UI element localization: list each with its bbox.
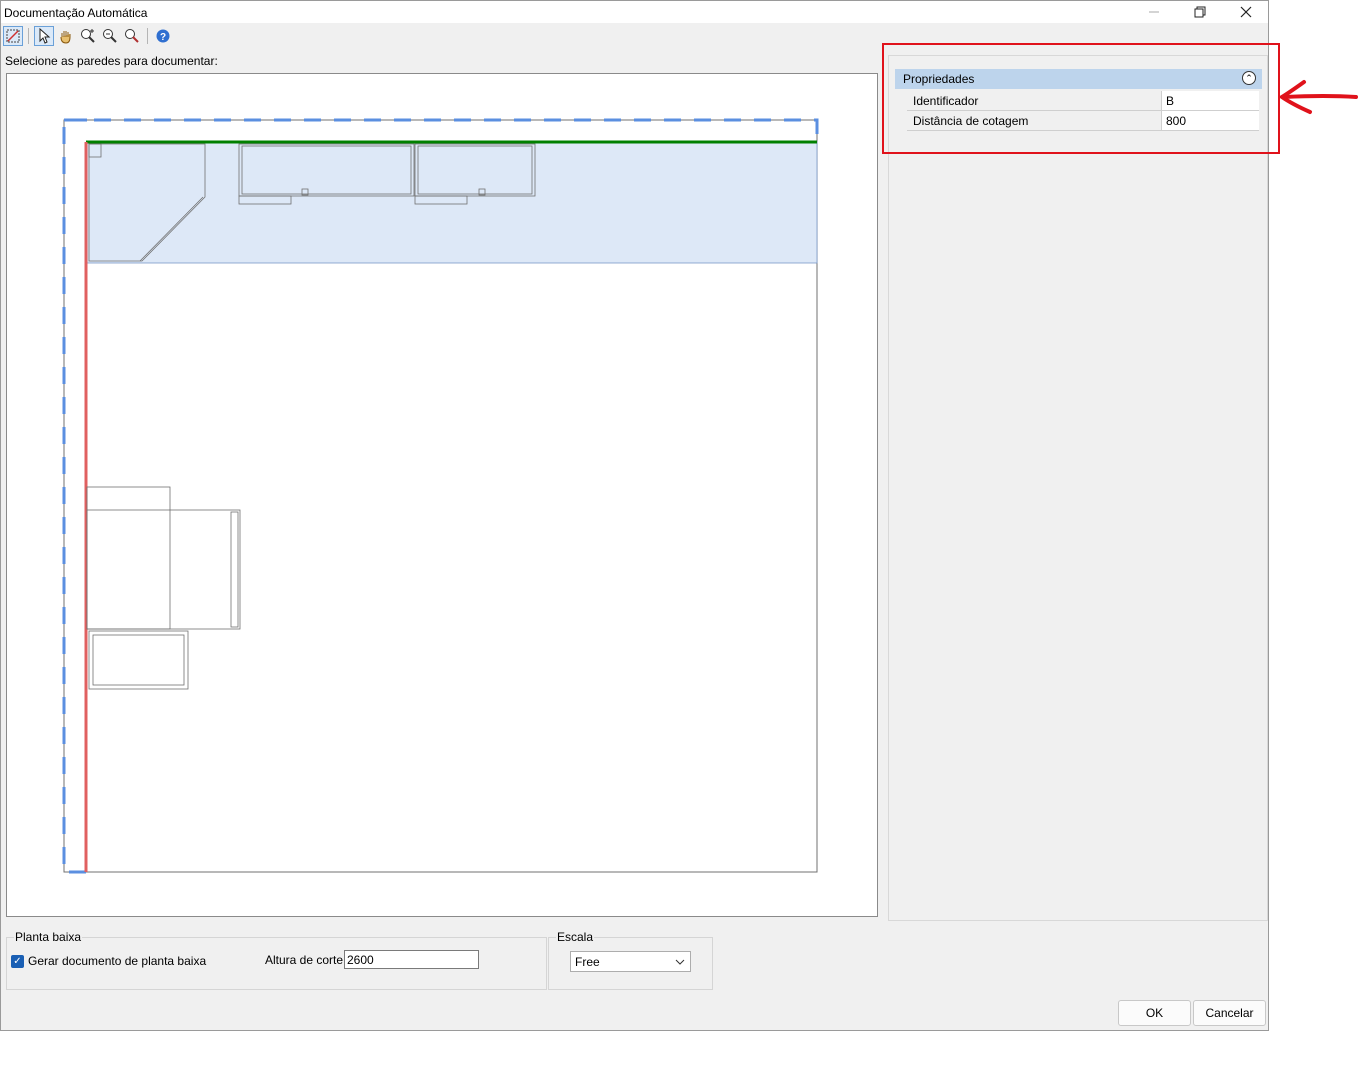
- minimize-icon: [1149, 11, 1159, 13]
- toolbar: ?: [3, 25, 173, 47]
- restore-button[interactable]: [1177, 1, 1223, 23]
- restore-icon: [1194, 6, 1206, 18]
- minimize-button[interactable]: [1131, 1, 1177, 23]
- selection-dash-left: [62, 118, 87, 874]
- annotation-highlight-box: [882, 43, 1280, 154]
- zoom-extents-tool[interactable]: [122, 26, 142, 46]
- toolbar-separator: [147, 28, 148, 44]
- instruction-label: Selecione as paredes para documentar:: [5, 54, 218, 68]
- pan-hand-icon: [60, 31, 71, 44]
- selection-dash-top: [64, 118, 819, 140]
- cancel-button[interactable]: Cancelar: [1193, 1000, 1266, 1026]
- cut-height-input[interactable]: 2600: [344, 950, 479, 969]
- zoom-window-icon: [81, 29, 95, 43]
- zoom-window-tool[interactable]: [78, 26, 98, 46]
- close-button[interactable]: [1223, 1, 1269, 23]
- wall-highlight-zone: [86, 141, 818, 264]
- help-icon: ?: [156, 29, 170, 43]
- zoom-out-icon: [103, 29, 117, 43]
- floorplan-drawing: [62, 118, 819, 874]
- ok-button[interactable]: OK: [1118, 1000, 1191, 1026]
- pointer-tool[interactable]: [34, 26, 54, 46]
- scale-selected-value: Free: [575, 955, 600, 969]
- scale-legend: Escala: [556, 930, 595, 944]
- pointer-icon: [39, 28, 51, 44]
- zoom-extents-icon: [125, 29, 139, 43]
- properties-panel: [888, 55, 1268, 921]
- toolbar-separator: [28, 28, 29, 44]
- wall-select-icon: [6, 29, 20, 43]
- cut-height-label: Altura de corte:: [265, 953, 347, 967]
- title-bar: Documentação Automática: [1, 1, 1268, 23]
- wall-select-tool[interactable]: [3, 26, 23, 46]
- left-furniture: [86, 486, 241, 690]
- svg-text:?: ?: [160, 32, 166, 43]
- scale-dropdown[interactable]: Free: [570, 951, 691, 972]
- floorplan-legend: Planta baixa: [14, 930, 83, 944]
- pan-tool[interactable]: [56, 26, 76, 46]
- zoom-out-tool[interactable]: [100, 26, 120, 46]
- drawing-canvas[interactable]: [6, 73, 878, 917]
- window-title: Documentação Automática: [4, 6, 148, 20]
- annotation-arrow-icon: [1278, 80, 1358, 114]
- chevron-down-icon: [675, 959, 685, 965]
- help-tool[interactable]: ?: [153, 26, 173, 46]
- close-icon: [1240, 6, 1252, 18]
- generate-floorplan-label: Gerar documento de planta baixa: [28, 954, 207, 968]
- generate-floorplan-checkbox[interactable]: ✓: [11, 955, 24, 968]
